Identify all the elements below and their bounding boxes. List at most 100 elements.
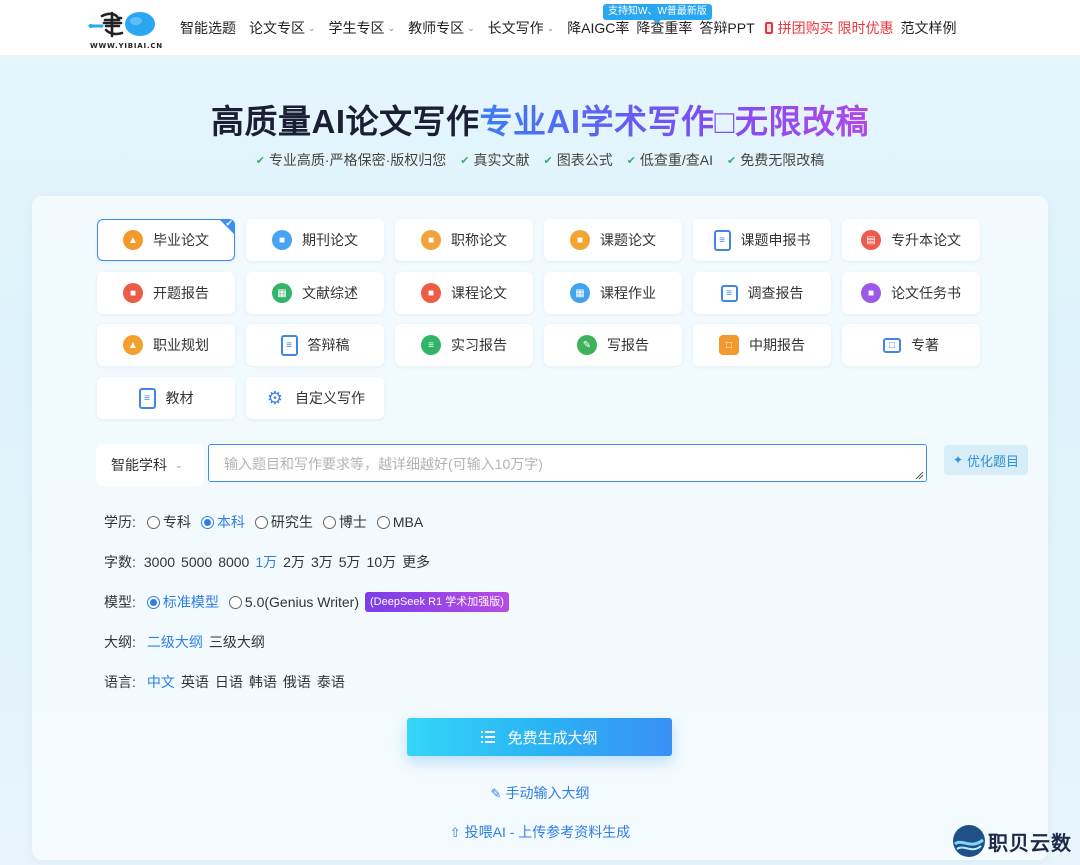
education-option-junior-college[interactable]: 专科 <box>146 512 191 532</box>
paper-type-textbook[interactable]: ≡ 教材 <box>97 377 235 419</box>
subject-select[interactable]: 智能学科 ⌄ <box>96 444 204 486</box>
nav-item-label: 论文专区 <box>249 20 305 36</box>
write-report-icon: ✎ <box>577 335 597 355</box>
top-navigation-bar: WWW.YIBIAI.CN 智能选题 论文专区 ⌄ 学生专区 ⌄ 教师专区 ⌄ 长文写… <box>0 0 1080 56</box>
paper-type-topic-paper[interactable]: ■ 课题论文 <box>544 219 682 261</box>
manual-outline-label: 手动输入大纲 <box>505 785 590 801</box>
education-option-mba[interactable]: MBA <box>376 514 423 530</box>
model-option-standard[interactable]: 标准模型 <box>146 592 219 612</box>
topic-input[interactable] <box>208 444 927 482</box>
word-count-option[interactable]: 5万 <box>339 552 361 572</box>
outline-row: 大纲: 二级大纲 三级大纲 <box>104 632 271 652</box>
radio-label: 本科 <box>216 514 245 530</box>
paper-type-course-paper[interactable]: ■ 课程论文 <box>395 272 533 314</box>
manual-outline-link[interactable]: ✎ 手动输入大纲 <box>32 783 1048 803</box>
nav-item-student-zone[interactable]: 学生专区 ⌄ <box>329 18 396 38</box>
course-paper-icon: ■ <box>421 283 441 303</box>
paper-type-upgrade-thesis[interactable]: ▤ 专升本论文 <box>842 219 980 261</box>
nav-item-long-writing[interactable]: 长文写作 ⌄ <box>488 18 555 38</box>
resize-handle-icon[interactable] <box>914 470 924 480</box>
paper-type-proposal-report[interactable]: ■ 开题报告 <box>97 272 235 314</box>
education-option-bachelor[interactable]: 本科 <box>200 512 245 532</box>
paper-type-label: 课题申报书 <box>740 232 811 248</box>
word-count-option-selected[interactable]: 1万 <box>255 552 277 572</box>
language-option[interactable]: 韩语 <box>249 672 277 692</box>
literature-review-icon: ▦ <box>272 283 292 303</box>
education-option-doctor[interactable]: 博士 <box>322 512 367 532</box>
generate-outline-button[interactable]: 免费生成大纲 <box>407 718 672 756</box>
watermark-logo-icon <box>953 825 985 857</box>
paper-type-graduation-thesis[interactable]: ✔ ▲ 毕业论文 <box>97 218 235 261</box>
radio-icon <box>228 595 242 609</box>
nav-item-sample-essays[interactable]: 范文样例 <box>901 18 957 38</box>
nav-item-reduce-aigc[interactable]: 降AIGC率 <box>567 18 629 38</box>
word-count-option[interactable]: 3000 <box>144 554 175 570</box>
word-count-option[interactable]: 3万 <box>311 552 333 572</box>
model-option-genius-writer[interactable]: 5.0(Genius Writer) <box>228 594 359 610</box>
language-option[interactable]: 俄语 <box>283 672 311 692</box>
word-count-row: 字数: 3000 5000 8000 1万 2万 3万 5万 10万 更多 <box>104 552 436 572</box>
paper-type-defense-speech[interactable]: ≡ 答辩稿 <box>246 324 384 366</box>
outline-option-selected[interactable]: 二级大纲 <box>147 632 203 652</box>
word-count-option[interactable]: 10万 <box>367 552 397 572</box>
nav-item-group-buy[interactable]: 拼团购买 限时优惠 <box>764 18 894 38</box>
radio-icon <box>254 515 268 529</box>
upload-reference-link[interactable]: ⇧ 投喂AI - 上传参考资料生成 <box>32 822 1048 842</box>
feature-list: ✔ 专业高质·严格保密·版权归您 ✔ 真实文献 ✔ 图表公式 ✔ 低查重/查AI ✔ 免费… <box>0 150 1080 170</box>
page-title: 高质量AI论文写作专业AI学术写作□无限改稿 <box>0 95 1080 143</box>
paper-type-career-plan[interactable]: ▲ 职业规划 <box>97 324 235 366</box>
language-option[interactable]: 日语 <box>215 672 243 692</box>
paper-type-write-report[interactable]: ✎ 写报告 <box>544 324 682 366</box>
nav-item-defense-ppt[interactable]: 答辩PPT <box>699 18 754 38</box>
journal-icon: ■ <box>272 230 292 250</box>
printer-icon: ▤ <box>861 230 881 250</box>
paper-type-project-application[interactable]: ≡ 课题申报书 <box>693 219 831 261</box>
paper-type-literature-review[interactable]: ▦ 文献综述 <box>246 272 384 314</box>
paper-type-label: 专升本论文 <box>891 232 961 248</box>
checklist-icon: ≡ <box>280 334 298 356</box>
paper-type-midterm-report[interactable]: □ 中期报告 <box>693 324 831 366</box>
paper-type-journal[interactable]: ■ 期刊论文 <box>246 219 384 261</box>
check-icon: ✔ <box>255 154 265 167</box>
radio-icon <box>322 515 336 529</box>
language-option[interactable]: 泰语 <box>317 672 345 692</box>
paper-type-task-book[interactable]: ■ 论文任务书 <box>842 272 980 314</box>
word-count-option[interactable]: 2万 <box>283 552 305 572</box>
education-option-master[interactable]: 研究生 <box>254 512 313 532</box>
nav-item-reduce-duplicate[interactable]: 降查重率 <box>636 18 692 38</box>
nav-item-label: 智能选题 <box>180 20 236 36</box>
radio-label: 专科 <box>162 514 191 530</box>
check-icon: ✔ <box>626 154 636 167</box>
graduation-cap-icon: ▲ <box>123 230 143 250</box>
feature-label: 图表公式 <box>556 152 613 168</box>
paper-type-professional-title[interactable]: ■ 职称论文 <box>395 219 533 261</box>
radio-label: 标准模型 <box>162 594 219 610</box>
nav-item-label: 答辩PPT <box>699 20 755 36</box>
nav-item-label: 降查重率 <box>636 20 693 36</box>
deepseek-tag: (DeepSeek R1 学术加强版) <box>365 592 509 612</box>
paper-type-survey-report[interactable]: ≡ 调查报告 <box>693 272 831 314</box>
watermark-text: 职贝云数 <box>988 832 1072 855</box>
feature-item: ✔ 真实文献 <box>460 150 529 170</box>
paper-type-label: 期刊论文 <box>302 232 358 248</box>
book-icon: □ <box>883 337 901 353</box>
writing-form-card: ✔ ▲ 毕业论文 ■ 期刊论文 ■ 职称论文 ■ 课题论文 ≡ 课题申报书 ▤ … <box>32 196 1048 860</box>
outline-option[interactable]: 三级大纲 <box>209 632 265 652</box>
nav-item-teacher-zone[interactable]: 教师专区 ⌄ <box>408 18 475 38</box>
paper-type-monograph[interactable]: □ 专著 <box>842 324 980 366</box>
paper-type-internship-report[interactable]: ≡ 实习报告 <box>395 324 533 366</box>
language-option[interactable]: 英语 <box>181 672 209 692</box>
word-count-more[interactable]: 更多 <box>402 552 430 572</box>
paper-type-custom-writing[interactable]: ⚙ 自定义写作 <box>246 377 384 419</box>
paper-type-course-homework[interactable]: ▦ 课程作业 <box>544 272 682 314</box>
language-option-selected[interactable]: 中文 <box>147 672 175 692</box>
site-logo[interactable]: WWW.YIBIAI.CN <box>88 6 162 50</box>
word-count-option[interactable]: 5000 <box>181 554 212 570</box>
word-count-option[interactable]: 8000 <box>218 554 249 570</box>
nav-item-topic-selection[interactable]: 智能选题 <box>180 18 236 38</box>
nav-item-paper-zone[interactable]: 论文专区 ⌄ <box>249 18 316 38</box>
optimize-topic-button[interactable]: ✦ 优化题目 <box>944 445 1028 475</box>
nav-item-label: 教师专区 <box>408 20 465 36</box>
radio-label: 博士 <box>338 514 367 530</box>
outline-label: 大纲: <box>104 634 136 650</box>
